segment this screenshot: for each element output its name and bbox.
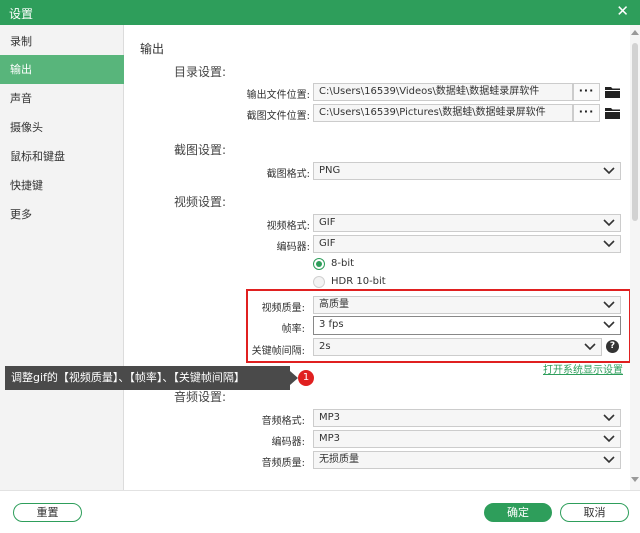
close-icon[interactable]: ✕ [616, 3, 629, 20]
audio-quality-select[interactable]: 无损质量 [313, 451, 621, 469]
highlight-box [246, 289, 631, 363]
open-system-display-settings-link[interactable]: 打开系统显示设置 [543, 361, 623, 376]
sidebar-item-output[interactable]: 输出 [0, 55, 124, 84]
sidebar: 录制 输出 声音 摄像头 鼠标和键盘 快捷键 更多 [0, 25, 124, 490]
output-folder-browse-button[interactable]: ··· [573, 83, 600, 101]
sidebar-item-hotkeys[interactable]: 快捷键 [0, 171, 124, 200]
screenshot-folder-browse-button[interactable]: ··· [573, 104, 600, 122]
radio-8bit[interactable] [313, 258, 325, 270]
audio-format-value: MP3 [319, 412, 341, 423]
ok-button[interactable]: 确定 [484, 503, 552, 522]
audio-quality-value: 无损质量 [319, 454, 359, 465]
cancel-button[interactable]: 取消 [560, 503, 629, 522]
dir-settings-title: 目录设置: [174, 65, 227, 79]
radio-hdr10bit[interactable] [313, 276, 325, 288]
video-encoder-value: GIF [319, 238, 336, 249]
video-format-select[interactable]: GIF [313, 214, 621, 232]
screenshot-folder-field[interactable]: C:\Users\16539\Pictures\数据蛙\数据蛙录屏软件 [313, 104, 573, 122]
screenshot-format-value: PNG [319, 165, 341, 176]
radio-hdr10bit-label: HDR 10-bit [331, 276, 386, 287]
window-title: 设置 [9, 7, 34, 21]
audio-format-label: 音频格式: [261, 416, 305, 427]
chevron-down-icon [603, 219, 615, 227]
chevron-down-icon [603, 435, 615, 443]
radio-8bit-label: 8-bit [331, 258, 355, 269]
video-settings-title: 视频设置: [174, 195, 227, 209]
scrollbar-thumb[interactable] [632, 43, 638, 221]
output-folder-label: 输出文件位置: [246, 90, 310, 101]
chevron-down-icon [603, 240, 615, 248]
audio-quality-label: 音频质量: [261, 458, 305, 469]
scroll-up-icon[interactable] [631, 30, 639, 35]
reset-button[interactable]: 重置 [13, 503, 82, 522]
section-title-output: 输出 [140, 42, 165, 56]
sidebar-item-more[interactable]: 更多 [0, 200, 124, 229]
step-badge: 1 [298, 370, 314, 386]
chevron-down-icon [603, 167, 615, 175]
video-format-value: GIF [319, 217, 336, 228]
video-format-label: 视频格式: [266, 221, 310, 232]
folder-icon[interactable] [605, 86, 620, 98]
video-encoder-label: 编码器: [276, 242, 310, 253]
sidebar-item-record[interactable]: 录制 [0, 27, 124, 56]
screenshot-folder-label: 截图文件位置: [246, 111, 310, 122]
output-folder-field[interactable]: C:\Users\16539\Videos\数据蛙\数据蛙录屏软件 [313, 83, 573, 101]
footer-bar: 重置 确定 取消 [0, 490, 640, 533]
chevron-down-icon [603, 414, 615, 422]
audio-encoder-value: MP3 [319, 433, 341, 444]
vertical-scrollbar[interactable] [630, 25, 640, 490]
title-bar: 设置 ✕ [0, 0, 640, 25]
folder-icon[interactable] [605, 107, 620, 119]
audio-encoder-label: 编码器: [271, 437, 305, 448]
audio-format-select[interactable]: MP3 [313, 409, 621, 427]
screenshot-format-select[interactable]: PNG [313, 162, 621, 180]
audio-settings-title: 音频设置: [174, 390, 227, 404]
tooltip-arrow [290, 371, 298, 385]
audio-encoder-select[interactable]: MP3 [313, 430, 621, 448]
video-encoder-select[interactable]: GIF [313, 235, 621, 253]
scroll-down-icon[interactable] [631, 477, 639, 482]
screenshot-settings-title: 截图设置: [174, 143, 227, 157]
sidebar-item-camera[interactable]: 摄像头 [0, 113, 124, 142]
chevron-down-icon [603, 456, 615, 464]
sidebar-item-sound[interactable]: 声音 [0, 84, 124, 113]
annotation-tooltip: 调整gif的【视频质量】、【帧率】、【关键帧间隔】 [5, 366, 290, 390]
screenshot-format-label: 截图格式: [266, 169, 310, 180]
sidebar-item-mouse-keyboard[interactable]: 鼠标和键盘 [0, 142, 124, 171]
